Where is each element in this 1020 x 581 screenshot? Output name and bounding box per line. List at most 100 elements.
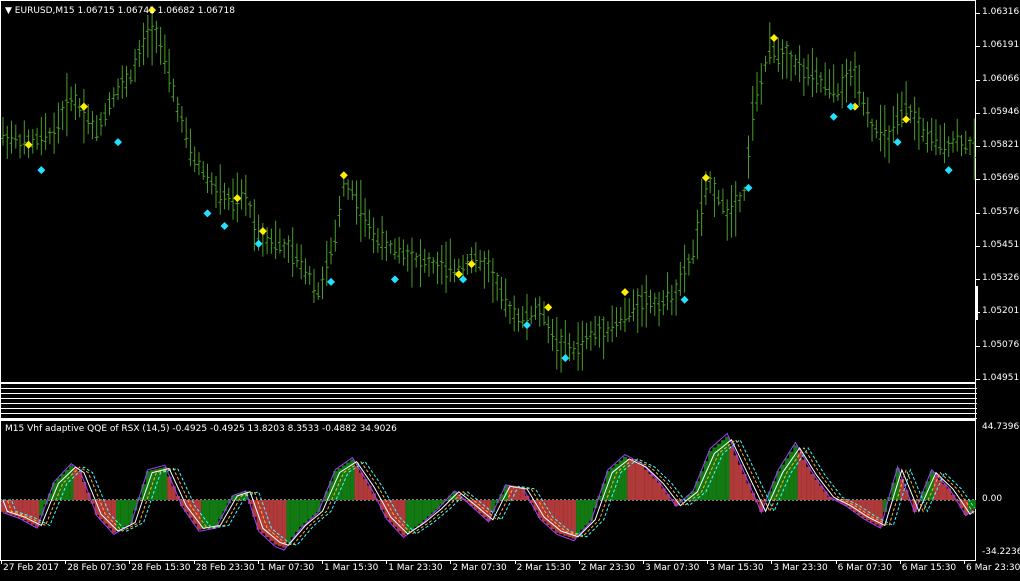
price-chart-canvas[interactable] — [0, 0, 976, 383]
price-bar — [733, 181, 738, 237]
price-bar — [797, 45, 802, 83]
price-bar — [196, 152, 201, 176]
price-bar — [18, 134, 23, 159]
price-bar — [188, 128, 193, 167]
time-tick-mark — [835, 561, 837, 564]
time-tick-mark — [129, 561, 131, 564]
collapse-arrow-icon[interactable]: ▼ — [5, 6, 12, 16]
price-bar — [103, 103, 108, 127]
price-bar — [512, 295, 517, 332]
histogram-bar — [311, 500, 317, 516]
histogram-bar — [742, 474, 747, 500]
price-bar — [691, 239, 696, 265]
scroll-handle[interactable] — [975, 286, 978, 320]
sell-signal-marker — [233, 194, 242, 203]
price-tick-label: 1.05946 — [982, 106, 1020, 117]
price-bar — [337, 195, 342, 228]
price-bar — [597, 316, 602, 348]
buy-signal-marker — [680, 295, 689, 304]
histogram-bar — [580, 500, 585, 530]
price-bar — [763, 55, 768, 73]
price-bar — [175, 96, 180, 122]
time-tick-label: 28 Feb 23:30 — [195, 563, 255, 573]
price-bar — [857, 65, 862, 106]
time-tick-label: 2 Mar 07:30 — [452, 563, 507, 573]
price-bar — [205, 163, 210, 194]
price-bar — [635, 288, 640, 333]
price-bar — [537, 296, 542, 327]
histogram-bar — [737, 464, 743, 500]
price-tick-mark — [976, 146, 980, 147]
price-bar — [503, 278, 508, 317]
price-bar — [431, 257, 436, 274]
price-axis[interactable]: 1.06316 1.06191 1.06066 1.05946 1.05821 1.056… — [976, 0, 1020, 383]
price-bar — [116, 78, 121, 100]
price-bar — [158, 26, 163, 65]
time-tick-label: 3 Mar 15:30 — [709, 563, 764, 573]
price-bar — [401, 239, 406, 266]
price-bar — [243, 174, 248, 217]
histogram-bar — [648, 474, 653, 500]
price-bar — [725, 199, 730, 241]
price-bar — [627, 298, 632, 323]
buy-signal-marker — [846, 102, 855, 111]
price-bar — [550, 318, 555, 351]
price-bar — [759, 63, 764, 105]
sell-signal-marker — [701, 173, 710, 182]
histogram-bar — [640, 465, 645, 500]
histogram-bar — [290, 500, 295, 538]
price-bar — [610, 305, 615, 343]
indicator-canvas[interactable] — [0, 420, 976, 561]
histogram-bar — [409, 500, 415, 530]
price-bar — [111, 87, 116, 108]
time-tick-mark — [514, 561, 516, 564]
histogram-bar — [652, 478, 658, 500]
price-bar — [657, 291, 662, 327]
price-bar — [329, 237, 334, 265]
price-bar — [870, 118, 875, 142]
buy-signal-marker — [561, 354, 570, 363]
price-tick-mark — [976, 212, 980, 214]
histogram-bar — [299, 500, 304, 527]
indicator-axis[interactable]: 44.7396 0.00 -34.2236 — [976, 420, 1020, 561]
price-bar — [192, 146, 197, 173]
price-bar — [60, 100, 65, 131]
histogram-bar — [363, 479, 368, 500]
price-bar — [30, 129, 35, 154]
buy-signal-marker — [220, 222, 229, 231]
price-bar — [418, 239, 423, 288]
price-bar — [367, 209, 372, 240]
price-bar — [554, 316, 559, 370]
price-bar — [933, 119, 938, 156]
price-bar — [840, 64, 845, 109]
subwindow-line — [1, 403, 977, 404]
price-tick-mark — [976, 345, 980, 347]
price-bar — [507, 300, 512, 324]
price-bar — [435, 251, 440, 285]
price-bar — [124, 65, 129, 97]
buy-signal-marker — [203, 209, 212, 218]
histogram-bar — [516, 487, 521, 500]
histogram-bar — [354, 466, 359, 500]
price-bar — [631, 289, 636, 322]
time-tick-label: 28 Feb 15:30 — [131, 563, 191, 573]
buy-signal-marker — [944, 166, 953, 175]
price-bar — [661, 289, 666, 316]
price-bar — [682, 244, 687, 293]
price-bar — [473, 242, 478, 273]
histogram-bar — [209, 500, 215, 528]
price-bar — [567, 332, 572, 362]
price-bar — [588, 321, 593, 351]
histogram-bar — [725, 436, 730, 500]
price-bar — [226, 187, 231, 211]
price-bar — [921, 117, 926, 142]
histogram-bar — [644, 469, 649, 500]
histogram-bar — [729, 445, 734, 500]
price-bar — [810, 47, 815, 97]
price-bar — [320, 266, 325, 300]
price-bar — [580, 321, 585, 371]
price-bar — [333, 219, 338, 252]
price-bar — [495, 272, 500, 301]
price-bar — [1, 117, 5, 146]
time-tick-label: 2 Mar 23:30 — [580, 563, 636, 573]
